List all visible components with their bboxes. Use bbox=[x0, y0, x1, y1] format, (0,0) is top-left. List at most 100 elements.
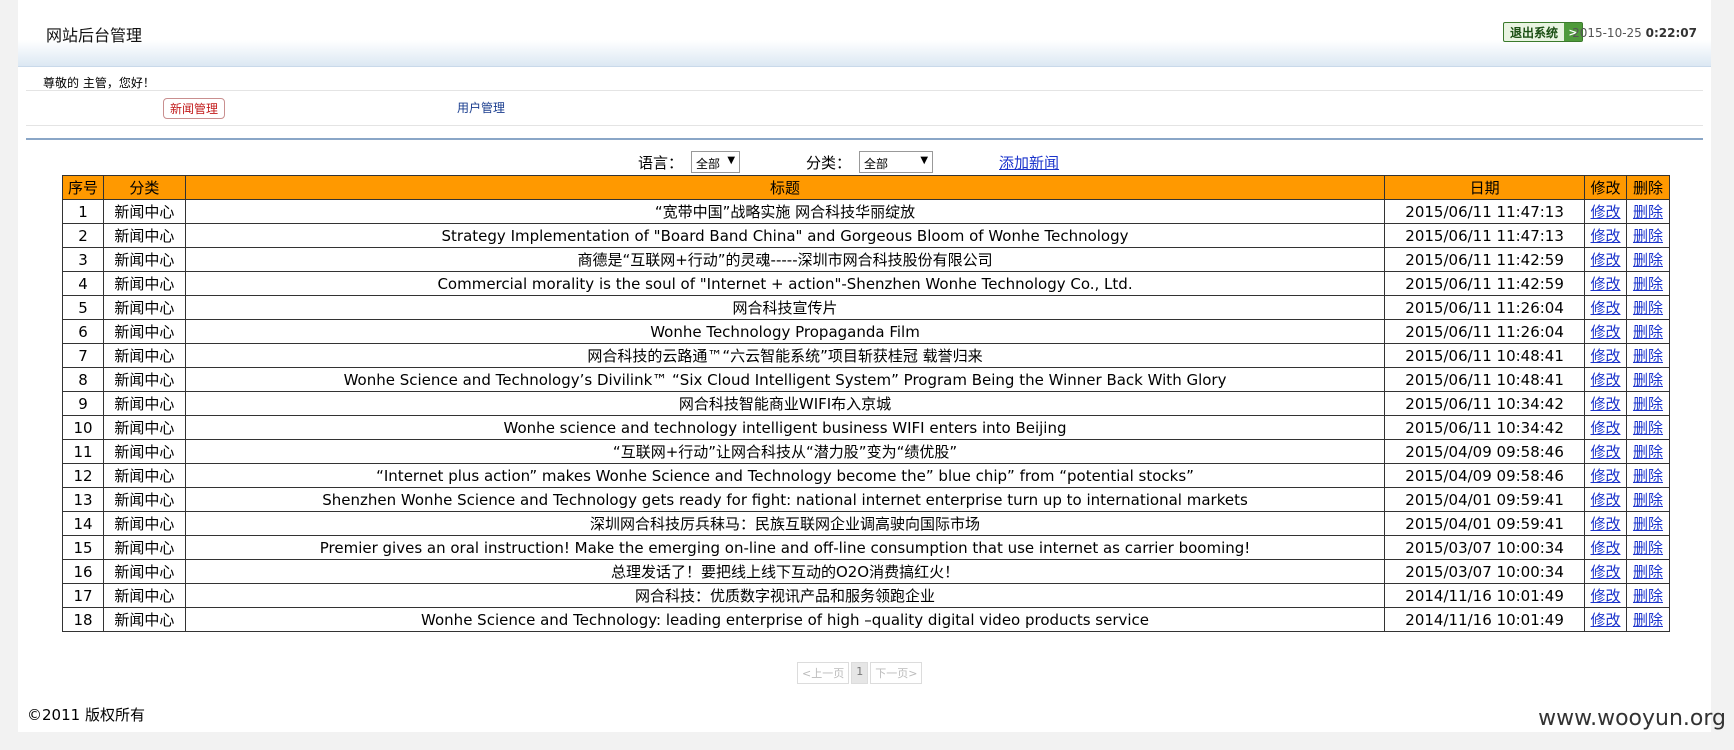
current-time: 0:22:07 bbox=[1645, 26, 1697, 40]
cell-index: 2 bbox=[62, 223, 104, 248]
edit-link[interactable]: 修改 bbox=[1591, 395, 1621, 413]
delete-link-cell: 删除 bbox=[1626, 199, 1670, 224]
header-edit: 修改 bbox=[1584, 175, 1627, 200]
cell-date: 2015/06/11 11:47:13 bbox=[1384, 223, 1586, 248]
edit-link-cell: 修改 bbox=[1584, 295, 1627, 320]
edit-link[interactable]: 修改 bbox=[1591, 347, 1621, 365]
table-row: 11 新闻中心 “互联网+行动”让网合科技从“潜力股”变为“绩优股” 2015/04/… bbox=[62, 439, 1670, 464]
cell-index: 12 bbox=[62, 463, 104, 488]
section-divider bbox=[26, 138, 1703, 140]
news-table: 序号 分类 标题 日期 修改 删除 1 新闻中心 “宽带中国”战略实施 网合科技华丽… bbox=[62, 175, 1670, 632]
cell-index: 3 bbox=[62, 247, 104, 272]
table-row: 12 新闻中心 “Internet plus action” makes Wonhe… bbox=[62, 463, 1670, 488]
delete-link-cell: 删除 bbox=[1626, 247, 1670, 272]
delete-link[interactable]: 删除 bbox=[1633, 203, 1663, 221]
delete-link-cell: 删除 bbox=[1626, 391, 1670, 416]
cell-date: 2015/03/07 10:00:34 bbox=[1384, 559, 1586, 584]
edit-link[interactable]: 修改 bbox=[1591, 275, 1621, 293]
tab-news-management[interactable]: 新闻管理 bbox=[163, 98, 226, 119]
delete-link[interactable]: 删除 bbox=[1633, 347, 1663, 365]
edit-link[interactable]: 修改 bbox=[1591, 443, 1621, 461]
delete-link[interactable]: 删除 bbox=[1633, 371, 1663, 389]
cell-index: 6 bbox=[62, 319, 104, 344]
table-row: 3 新闻中心 商德是“互联网+行动”的灵魂-----深圳市网合科技股份有限公司 201… bbox=[62, 247, 1670, 272]
cell-title: “宽带中国”战略实施 网合科技华丽绽放 bbox=[184, 199, 1386, 224]
edit-link[interactable]: 修改 bbox=[1591, 587, 1621, 605]
edit-link[interactable]: 修改 bbox=[1591, 203, 1621, 221]
header-title: 标题 bbox=[184, 175, 1386, 200]
delete-link-cell: 删除 bbox=[1626, 319, 1670, 344]
cell-index: 1 bbox=[62, 199, 104, 224]
add-news-link[interactable]: 添加新闻 bbox=[999, 152, 1059, 173]
edit-link[interactable]: 修改 bbox=[1591, 299, 1621, 317]
edit-link[interactable]: 修改 bbox=[1591, 227, 1621, 245]
delete-link[interactable]: 删除 bbox=[1633, 515, 1663, 533]
table-row: 16 新闻中心 总理发话了！要把线上线下互动的O2O消费搞红火！ 2015/03/07… bbox=[62, 559, 1670, 584]
tab-user-management[interactable]: 用户管理 bbox=[457, 99, 505, 116]
edit-link-cell: 修改 bbox=[1584, 559, 1627, 584]
delete-link[interactable]: 删除 bbox=[1633, 539, 1663, 557]
cell-date: 2015/06/11 11:26:04 bbox=[1384, 319, 1586, 344]
delete-link[interactable]: 删除 bbox=[1633, 395, 1663, 413]
delete-link[interactable]: 删除 bbox=[1633, 419, 1663, 437]
table-header-row: 序号 分类 标题 日期 修改 删除 bbox=[62, 175, 1670, 200]
edit-link[interactable]: 修改 bbox=[1591, 563, 1621, 581]
delete-link-cell: 删除 bbox=[1626, 295, 1670, 320]
cell-category: 新闻中心 bbox=[102, 391, 186, 416]
table-row: 8 新闻中心 Wonhe Science and Technology’s Divi… bbox=[62, 367, 1670, 392]
cell-category: 新闻中心 bbox=[102, 559, 186, 584]
language-select[interactable]: 全部 ▼ bbox=[691, 151, 741, 173]
current-page[interactable]: 1 bbox=[851, 662, 869, 684]
delete-link[interactable]: 删除 bbox=[1633, 563, 1663, 581]
edit-link[interactable]: 修改 bbox=[1591, 467, 1621, 485]
edit-link-cell: 修改 bbox=[1584, 583, 1627, 608]
next-page-button[interactable]: 下一页> bbox=[870, 662, 923, 684]
table-body: 1 新闻中心 “宽带中国”战略实施 网合科技华丽绽放 2015/06/11 11:47… bbox=[62, 199, 1670, 632]
table-row: 14 新闻中心 深圳网合科技厉兵秣马：民族互联网企业调高驶向国际市场 2015/04/… bbox=[62, 511, 1670, 536]
delete-link[interactable]: 删除 bbox=[1633, 611, 1663, 629]
table-row: 18 新闻中心 Wonhe Science and Technology: lead… bbox=[62, 607, 1670, 632]
edit-link[interactable]: 修改 bbox=[1591, 515, 1621, 533]
table-row: 9 新闻中心 网合科技智能商业WIFI布入京城 2015/06/11 10:34:42… bbox=[62, 391, 1670, 416]
edit-link-cell: 修改 bbox=[1584, 415, 1627, 440]
table-row: 17 新闻中心 网合科技：优质数字视讯产品和服务领跑企业 2014/11/16 10:… bbox=[62, 583, 1670, 608]
delete-link[interactable]: 删除 bbox=[1633, 251, 1663, 269]
edit-link[interactable]: 修改 bbox=[1591, 491, 1621, 509]
cell-index: 7 bbox=[62, 343, 104, 368]
edit-link[interactable]: 修改 bbox=[1591, 539, 1621, 557]
cell-index: 16 bbox=[62, 559, 104, 584]
cell-title: Wonhe science and technology intelligent… bbox=[184, 415, 1386, 440]
cell-date: 2014/11/16 10:01:49 bbox=[1384, 583, 1586, 608]
header-category: 分类 bbox=[102, 175, 186, 200]
delete-link[interactable]: 删除 bbox=[1633, 587, 1663, 605]
delete-link[interactable]: 删除 bbox=[1633, 275, 1663, 293]
edit-link-cell: 修改 bbox=[1584, 199, 1627, 224]
prev-page-button[interactable]: <上一页 bbox=[797, 662, 850, 684]
edit-link[interactable]: 修改 bbox=[1591, 323, 1621, 341]
edit-link[interactable]: 修改 bbox=[1591, 371, 1621, 389]
cell-index: 13 bbox=[62, 487, 104, 512]
category-select[interactable]: 全部 ▼ bbox=[859, 151, 934, 173]
edit-link[interactable]: 修改 bbox=[1591, 419, 1621, 437]
delete-link[interactable]: 删除 bbox=[1633, 443, 1663, 461]
cell-title: 商德是“互联网+行动”的灵魂-----深圳市网合科技股份有限公司 bbox=[184, 247, 1386, 272]
cell-date: 2015/06/11 11:26:04 bbox=[1384, 295, 1586, 320]
edit-link[interactable]: 修改 bbox=[1591, 251, 1621, 269]
cell-index: 11 bbox=[62, 439, 104, 464]
cell-date: 2015/06/11 10:48:41 bbox=[1384, 343, 1586, 368]
language-label: 语言： bbox=[638, 153, 684, 172]
delete-link[interactable]: 删除 bbox=[1633, 299, 1663, 317]
delete-link[interactable]: 删除 bbox=[1633, 323, 1663, 341]
edit-link-cell: 修改 bbox=[1584, 319, 1627, 344]
delete-link[interactable]: 删除 bbox=[1633, 227, 1663, 245]
edit-link-cell: 修改 bbox=[1584, 511, 1627, 536]
logout-button[interactable]: 退出系统 > bbox=[1503, 22, 1583, 42]
cell-index: 4 bbox=[62, 271, 104, 296]
edit-link[interactable]: 修改 bbox=[1591, 611, 1621, 629]
cell-category: 新闻中心 bbox=[102, 343, 186, 368]
delete-link[interactable]: 删除 bbox=[1633, 491, 1663, 509]
cell-date: 2015/06/11 11:42:59 bbox=[1384, 247, 1586, 272]
cell-index: 5 bbox=[62, 295, 104, 320]
delete-link[interactable]: 删除 bbox=[1633, 467, 1663, 485]
delete-link-cell: 删除 bbox=[1626, 583, 1670, 608]
